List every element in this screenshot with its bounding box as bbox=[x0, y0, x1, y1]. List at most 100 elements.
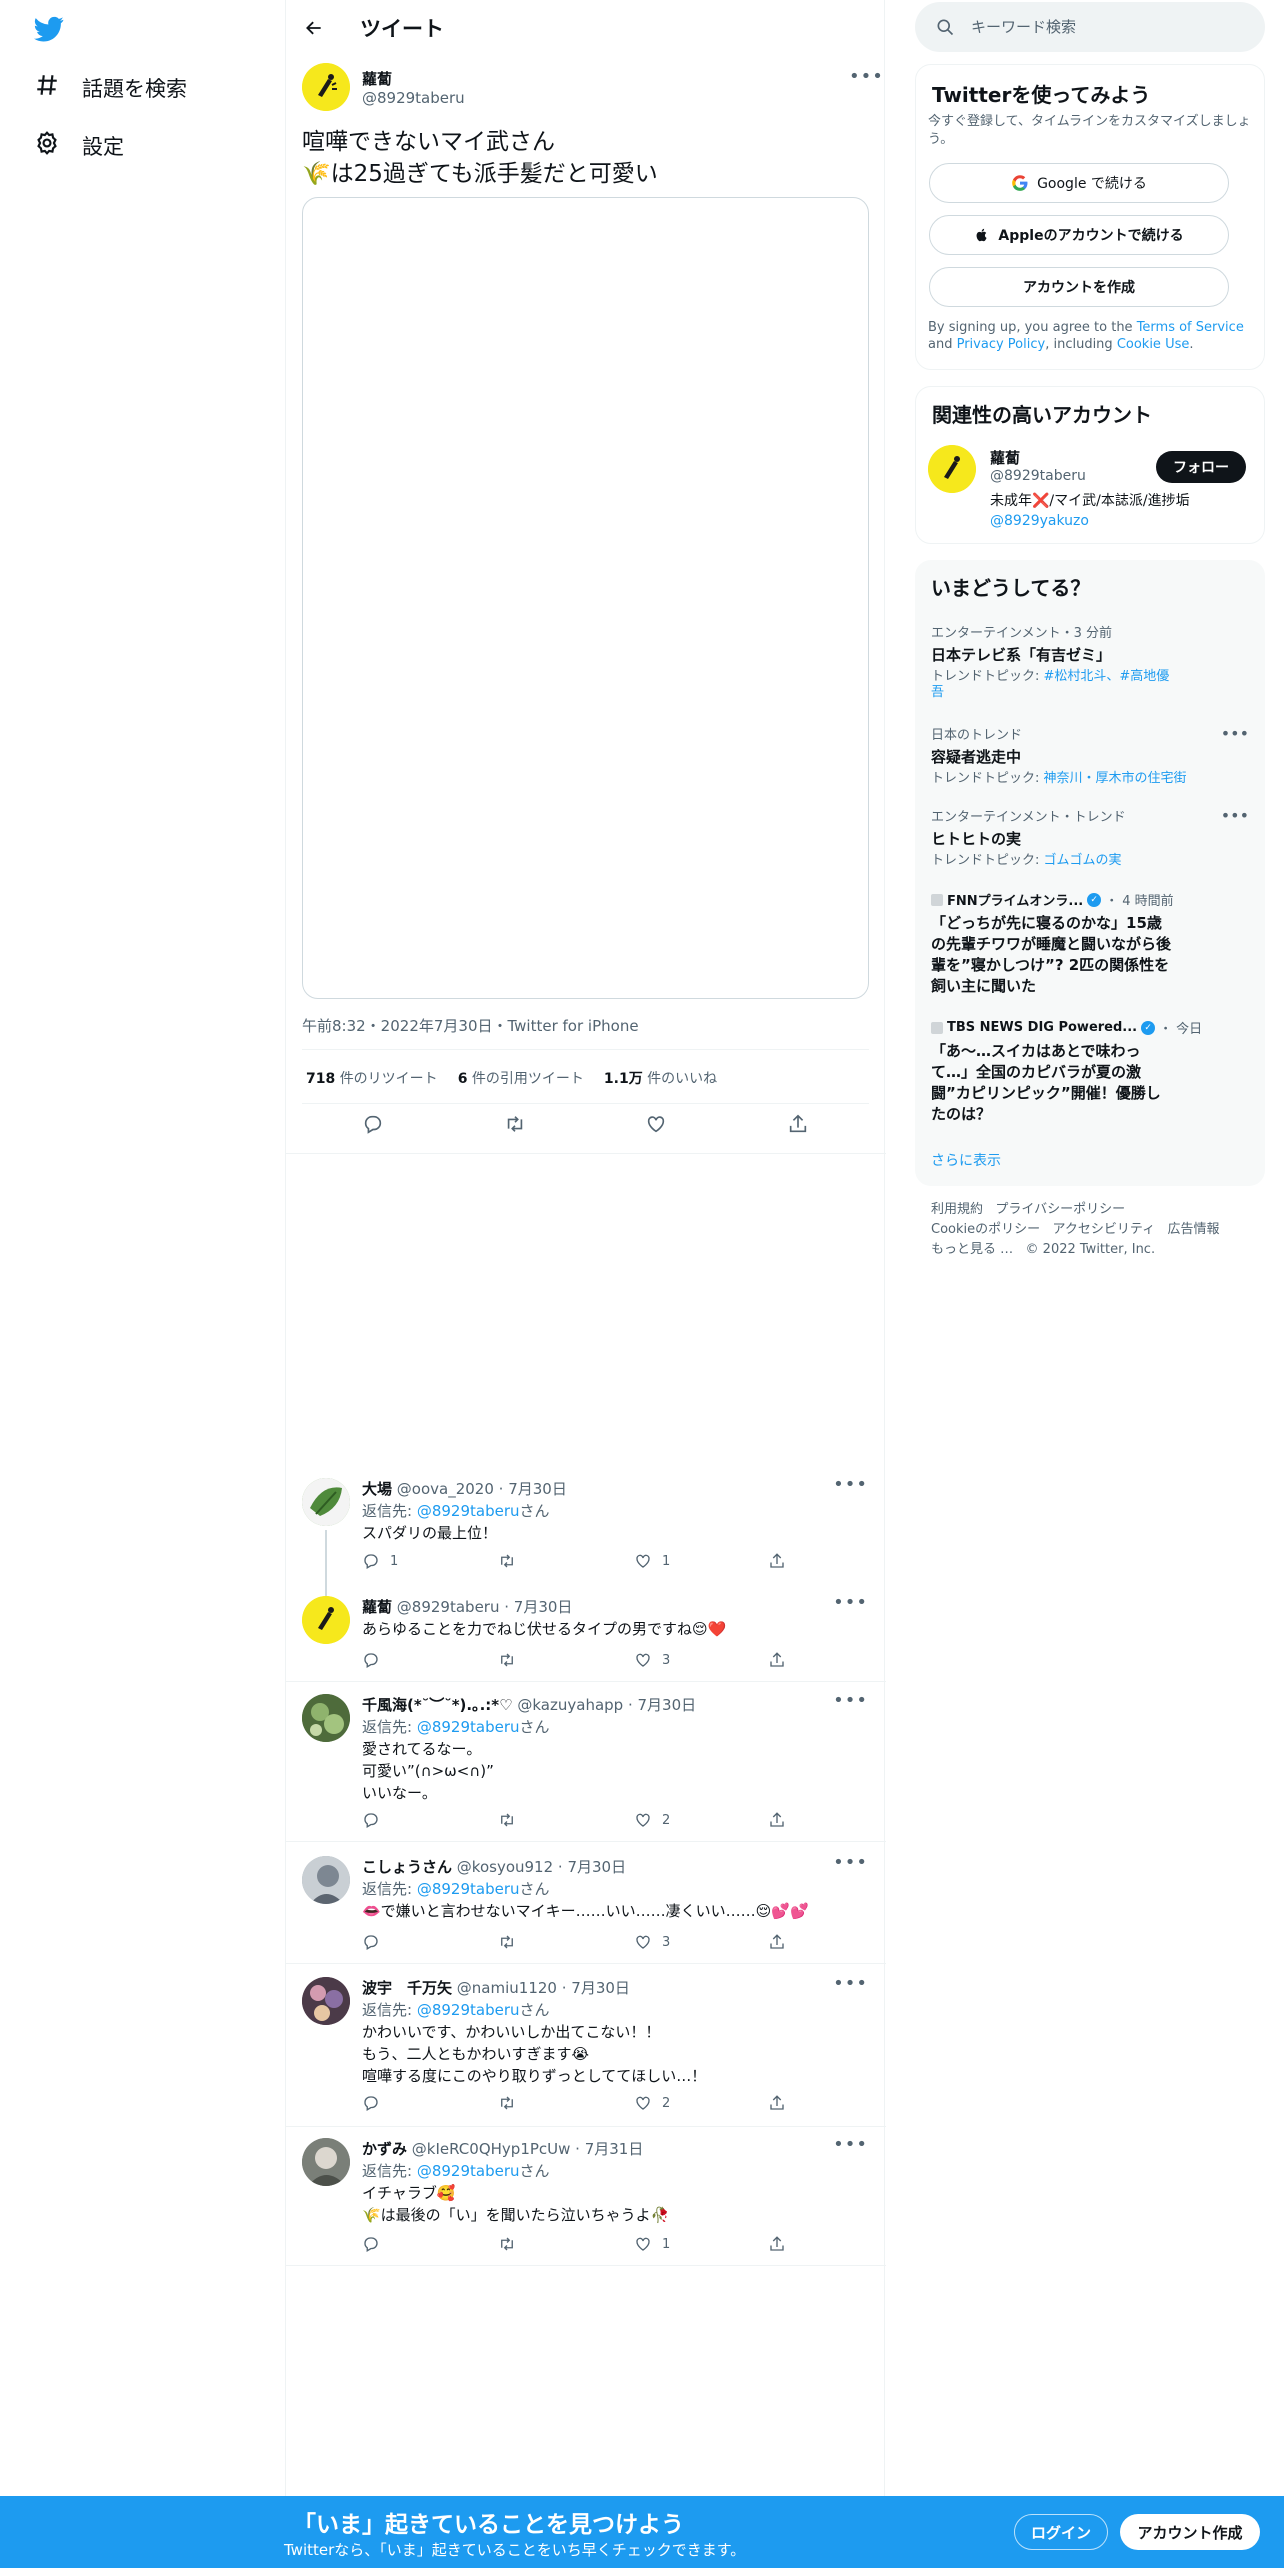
reply-tweet[interactable]: かずみ @kIeRC0QHyp1PcUw · 7月31日 ••• 返信先: @8… bbox=[286, 2134, 886, 2266]
avatar[interactable] bbox=[302, 1478, 350, 1526]
share-button[interactable] bbox=[768, 1811, 786, 1829]
reply-author-name[interactable]: 大場 bbox=[362, 1480, 392, 1498]
reply-date[interactable]: 7月30日 bbox=[514, 1598, 573, 1616]
reply-button[interactable] bbox=[362, 1933, 390, 1951]
reply-author-name[interactable]: 波宇 千万矢 bbox=[362, 1979, 452, 1997]
like-button[interactable]: 3 bbox=[634, 1651, 670, 1669]
like-button[interactable]: 3 bbox=[634, 1933, 670, 1951]
apple-signin-button[interactable]: Appleのアカウントで続ける bbox=[929, 215, 1229, 255]
reply-to-link[interactable]: @8929taberu bbox=[417, 2001, 520, 2019]
avatar[interactable] bbox=[302, 2138, 350, 2186]
trend-item[interactable]: 日本のトレンド ••• 容疑者逃走中 トレンドトピック: 神奈川・厚木市の住宅街 bbox=[931, 724, 1251, 787]
more-options-icon[interactable]: ••• bbox=[833, 2134, 868, 2155]
share-icon[interactable] bbox=[787, 1113, 809, 1135]
reply-to-link[interactable]: @8929taberu bbox=[417, 2162, 520, 2180]
show-more-link[interactable]: さらに表示 bbox=[931, 1150, 1001, 1170]
reply-date[interactable]: 7月31日 bbox=[585, 2140, 644, 2158]
reply-tweet[interactable]: こしょうさん @kosyou912 · 7月30日 ••• 返信先: @8929… bbox=[286, 1852, 886, 1964]
related-name[interactable]: 蘿蔔 bbox=[990, 447, 1020, 468]
reply-date[interactable]: 7月30日 bbox=[638, 1696, 697, 1714]
retweet-icon[interactable] bbox=[504, 1113, 526, 1135]
search-input[interactable] bbox=[971, 14, 1241, 40]
more-options-icon[interactable]: ••• bbox=[833, 1690, 868, 1711]
like-button[interactable]: 2 bbox=[634, 1811, 670, 1829]
avatar[interactable] bbox=[302, 1977, 350, 2025]
reply-author-handle[interactable]: @8929taberu bbox=[397, 1598, 500, 1616]
retweet-count-link[interactable]: 718 件のリツイート bbox=[306, 1068, 438, 1088]
news-item[interactable]: TBS NEWS DIG Powered... ✓ ・今日 「あ～…スイカはあと… bbox=[931, 1018, 1251, 1125]
reply-author-handle[interactable]: @kIeRC0QHyp1PcUw bbox=[412, 2140, 571, 2158]
tweet-media[interactable] bbox=[302, 197, 869, 999]
author-name[interactable]: 蘿蔔 bbox=[362, 68, 392, 89]
avatar[interactable] bbox=[302, 63, 350, 111]
twitter-logo-icon[interactable] bbox=[34, 14, 64, 44]
reply-button[interactable] bbox=[362, 1651, 390, 1669]
like-icon[interactable] bbox=[645, 1113, 667, 1135]
reply-author-handle[interactable]: @oova_2020 bbox=[397, 1480, 494, 1498]
reply-to-link[interactable]: @8929taberu bbox=[417, 1718, 520, 1736]
retweet-button[interactable] bbox=[498, 2235, 526, 2253]
reply-author-handle[interactable]: @kazuyahapp bbox=[517, 1696, 623, 1714]
footer-privacy-link[interactable]: プライバシーポリシー bbox=[995, 1202, 1125, 1217]
follow-button[interactable]: フォロー bbox=[1156, 451, 1246, 483]
trend-topic-link[interactable]: ゴムゴムの実 bbox=[1044, 853, 1122, 868]
trend-topic-link[interactable]: 神奈川・厚木市の住宅街 bbox=[1044, 771, 1187, 786]
nav-item-settings[interactable]: 設定 bbox=[34, 130, 124, 161]
share-button[interactable] bbox=[768, 1651, 786, 1669]
avatar[interactable] bbox=[302, 1856, 350, 1904]
like-button[interactable]: 1 bbox=[634, 1552, 670, 1570]
reply-author-name[interactable]: 千風海(*˘︶˘*).｡.:*♡ bbox=[362, 1696, 513, 1714]
related-handle[interactable]: @8929taberu bbox=[990, 468, 1086, 484]
tweet-timestamp[interactable]: 午前8:32・2022年7月30日・Twitter for iPhone bbox=[302, 1015, 639, 1036]
login-button[interactable]: ログイン bbox=[1014, 2514, 1108, 2550]
more-options-icon[interactable]: ••• bbox=[833, 1592, 868, 1613]
related-bio-link[interactable]: @8929yakuzo bbox=[990, 511, 1190, 531]
more-options-icon[interactable]: ••• bbox=[1221, 806, 1249, 825]
terms-link[interactable]: Terms of Service bbox=[1137, 320, 1244, 335]
reply-tweet[interactable]: 千風海(*˘︶˘*).｡.:*♡ @kazuyahapp · 7月30日 •••… bbox=[286, 1690, 886, 1842]
footer-more-link[interactable]: もっと見る … bbox=[931, 1242, 1013, 1257]
reply-button[interactable] bbox=[362, 2235, 390, 2253]
footer-accessibility-link[interactable]: アクセシビリティ bbox=[1053, 1222, 1156, 1237]
nav-item-explore[interactable]: 話題を検索 bbox=[34, 72, 187, 103]
privacy-link[interactable]: Privacy Policy bbox=[957, 337, 1046, 352]
google-signin-button[interactable]: Google で続ける bbox=[929, 163, 1229, 203]
footer-terms-link[interactable]: 利用規約 bbox=[931, 1202, 983, 1217]
reply-author-name[interactable]: かずみ bbox=[362, 2140, 407, 2158]
cookie-link[interactable]: Cookie Use bbox=[1117, 337, 1190, 352]
footer-ads-link[interactable]: 広告情報 bbox=[1168, 1222, 1220, 1237]
like-button[interactable]: 1 bbox=[634, 2235, 670, 2253]
reply-tweet[interactable]: 大場 @oova_2020 · 7月30日 ••• 返信先: @8929tabe… bbox=[286, 1474, 886, 1600]
retweet-button[interactable] bbox=[498, 2094, 526, 2112]
retweet-button[interactable] bbox=[498, 1651, 526, 1669]
quote-count-link[interactable]: 6 件の引用ツイート bbox=[458, 1068, 584, 1088]
like-button[interactable]: 2 bbox=[634, 2094, 670, 2112]
reply-date[interactable]: 7月30日 bbox=[567, 1858, 626, 1876]
retweet-button[interactable] bbox=[498, 1552, 526, 1570]
reply-author-name[interactable]: こしょうさん bbox=[362, 1858, 452, 1876]
reply-tweet[interactable]: 蘿蔔 @8929taberu · 7月30日 ••• あらゆることを力でねじ伏せ… bbox=[286, 1592, 886, 1682]
back-arrow-icon[interactable] bbox=[300, 14, 328, 42]
reply-author-handle[interactable]: @kosyou912 bbox=[457, 1858, 553, 1876]
reply-date[interactable]: 7月30日 bbox=[571, 1979, 630, 1997]
trend-item[interactable]: エンターテインメント・3 分前 日本テレビ系「有吉ゼミ」 トレンドトピック: #… bbox=[931, 622, 1251, 701]
share-button[interactable] bbox=[768, 1552, 786, 1570]
more-options-icon[interactable]: ••• bbox=[833, 1973, 868, 1994]
avatar[interactable] bbox=[302, 1694, 350, 1742]
reply-author-name[interactable]: 蘿蔔 bbox=[362, 1598, 392, 1616]
reply-date[interactable]: 7月30日 bbox=[508, 1480, 567, 1498]
reply-button[interactable] bbox=[362, 2094, 390, 2112]
like-count-link[interactable]: 1.1万 件のいいね bbox=[604, 1068, 717, 1088]
more-options-icon[interactable]: ••• bbox=[833, 1852, 868, 1873]
more-options-icon[interactable]: ••• bbox=[1221, 724, 1249, 743]
share-button[interactable] bbox=[768, 2094, 786, 2112]
search-bar[interactable] bbox=[915, 2, 1265, 52]
share-button[interactable] bbox=[768, 2235, 786, 2253]
reply-to-link[interactable]: @8929taberu bbox=[417, 1502, 520, 1520]
author-handle[interactable]: @8929taberu bbox=[362, 89, 465, 107]
footer-cookie-link[interactable]: Cookieのポリシー bbox=[931, 1222, 1040, 1237]
reply-to-link[interactable]: @8929taberu bbox=[417, 1880, 520, 1898]
more-options-icon[interactable]: ••• bbox=[849, 66, 884, 87]
reply-button[interactable] bbox=[362, 1811, 390, 1829]
reply-author-handle[interactable]: @namiu1120 bbox=[457, 1979, 557, 1997]
